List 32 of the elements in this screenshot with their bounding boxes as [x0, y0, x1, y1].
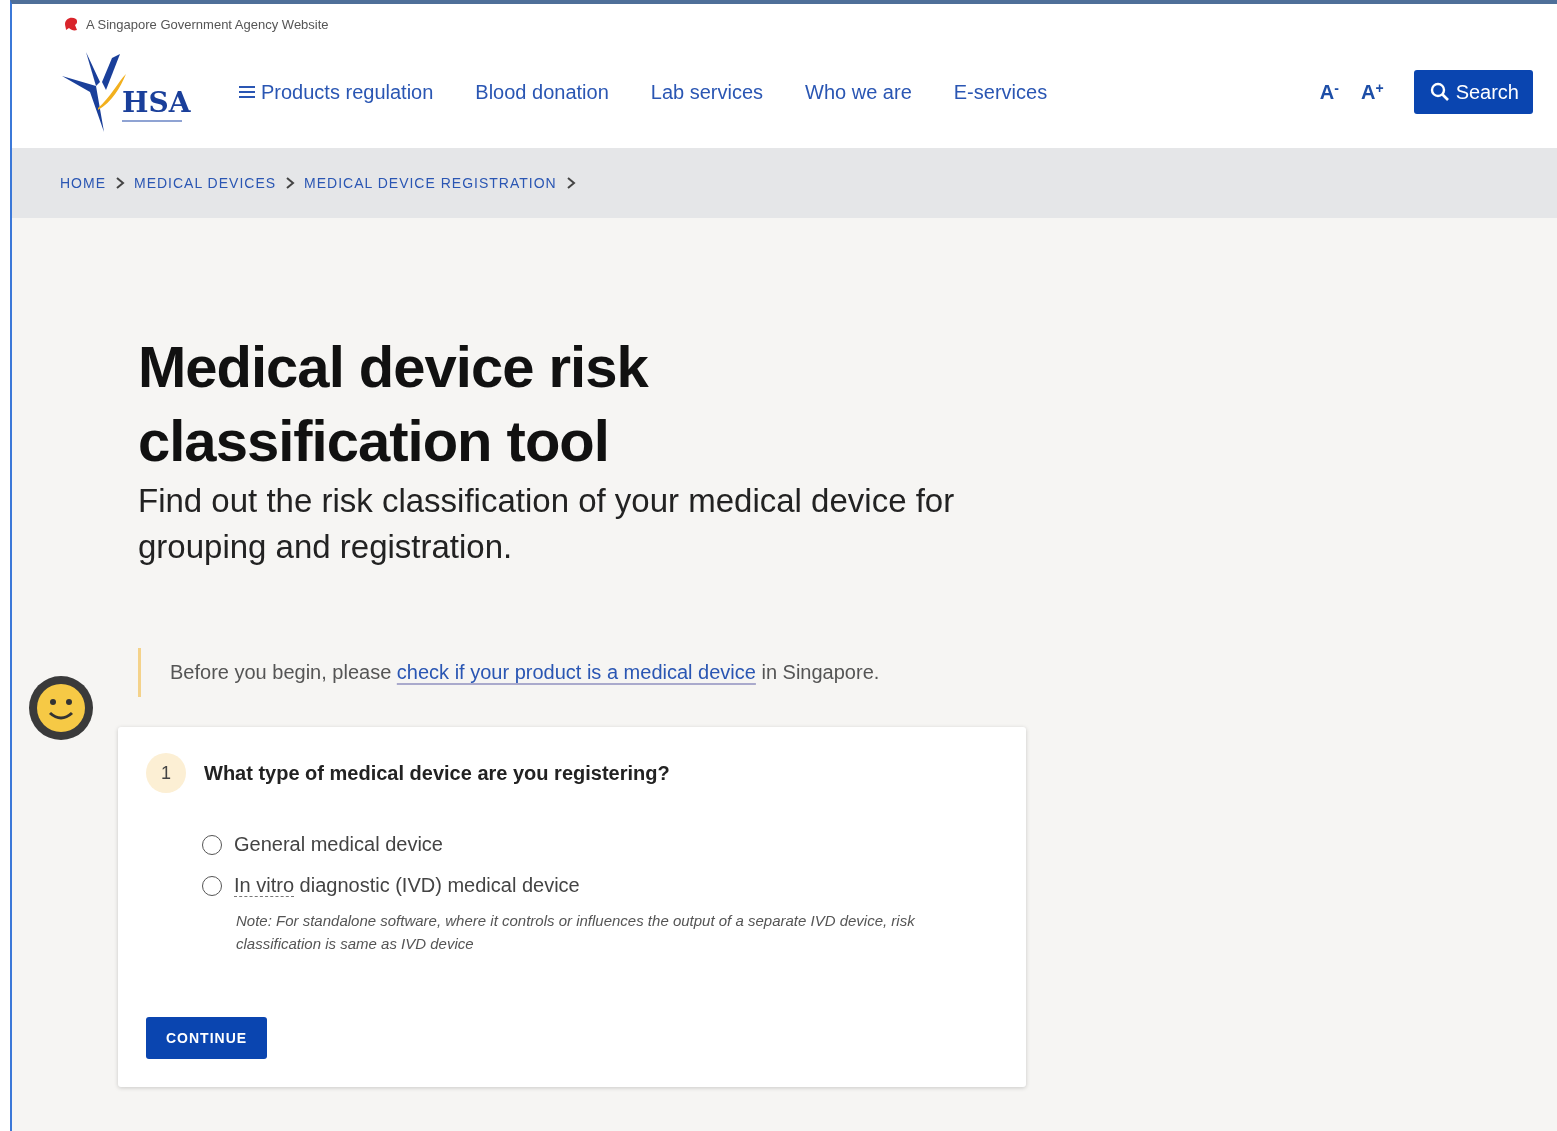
- radio-button[interactable]: [202, 875, 222, 896]
- step-number: 1: [146, 753, 186, 793]
- radio-button[interactable]: [202, 834, 222, 855]
- page-title: Medical device risk classification tool: [138, 333, 650, 475]
- breadcrumb-link[interactable]: MEDICAL DEVICES: [134, 175, 277, 191]
- question-text: What type of medical device are you registering?: [204, 761, 670, 785]
- nav-link[interactable]: Who we are: [805, 80, 912, 104]
- menu-link[interactable]: Products regulation: [238, 80, 434, 104]
- breadcrumb-link[interactable]: HOME: [60, 175, 106, 191]
- breadcrumb-link[interactable]: MEDICAL DEVICE REGISTRATION: [304, 175, 557, 191]
- menu-icon: [238, 84, 256, 100]
- callout-text: Before you begin, please check if your product is a medical device in Singapore.: [138, 648, 1038, 697]
- continue-button[interactable]: CONTINUE: [146, 1017, 268, 1059]
- page-subtitle: Find out the risk classification of your medical device for grouping and registration.: [138, 481, 956, 567]
- term-tooltip[interactable]: In vitro: [234, 874, 295, 897]
- nav-link[interactable]: Blood donation: [475, 80, 609, 104]
- search-icon: [1429, 82, 1450, 102]
- chevron-right-icon: [114, 176, 126, 190]
- search-button[interactable]: Search: [1413, 70, 1533, 114]
- feedback-smiley-icon[interactable]: [28, 675, 94, 741]
- note-text: Note: For standalone software, where it controls or influences the output of a separate IVD device, risk classification is same as IVD device: [236, 911, 916, 954]
- option-label[interactable]: General medical device: [234, 833, 443, 856]
- masthead-text: A Singapore Government Agency Website: [86, 16, 329, 32]
- hsa-logo[interactable]: HSA: [60, 52, 238, 132]
- chevron-right-icon: [284, 176, 297, 190]
- option-label[interactable]: In vitro diagnostic (IVD) medical device: [234, 874, 580, 897]
- nav-link[interactable]: Lab services: [650, 80, 764, 104]
- decrease-font-button[interactable]: A-: [1319, 80, 1339, 104]
- lion-head-icon: [62, 15, 80, 33]
- check-product-link[interactable]: check if your product is a medical device: [396, 661, 756, 683]
- nav-link[interactable]: E-services: [953, 80, 1048, 104]
- increase-font-button[interactable]: A+: [1361, 80, 1384, 104]
